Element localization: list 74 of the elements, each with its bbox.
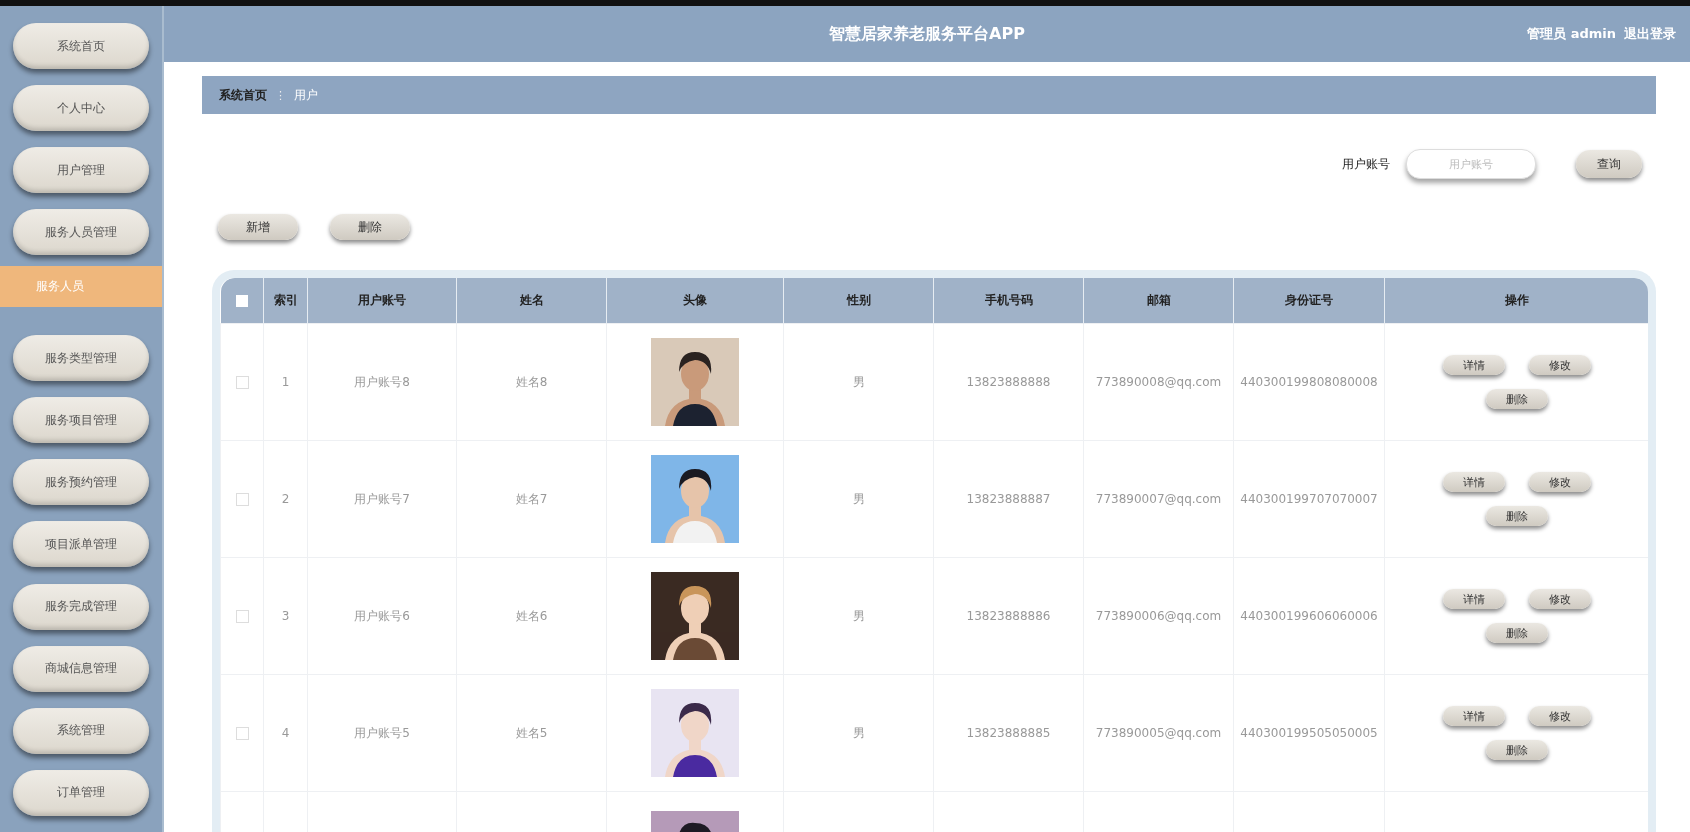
sidebar-item[interactable]: 商城信息管理 <box>13 645 149 692</box>
sidebar-item[interactable]: 用户管理 <box>13 147 149 194</box>
column-header: 头像 <box>606 278 784 324</box>
table-cell: 用户账号8 <box>307 323 457 441</box>
edit-button[interactable]: 修改 <box>1528 355 1591 375</box>
table-cell: 姓名6 <box>456 557 607 675</box>
table-cell: 13823888886 <box>933 557 1084 675</box>
select-all-checkbox[interactable] <box>235 295 248 307</box>
detail-button[interactable]: 详情 <box>1442 472 1505 492</box>
search-label: 用户账号 <box>1342 155 1390 173</box>
table-cell: 用户账号5 <box>307 674 457 792</box>
sidebar-item[interactable]: 订单管理 <box>13 769 149 816</box>
column-header: 操作 <box>1384 278 1648 324</box>
delete-button[interactable]: 删除 <box>1485 389 1548 409</box>
table-cell: 用户账号6 <box>307 557 457 675</box>
sidebar-item[interactable]: 服务完成管理 <box>13 583 149 630</box>
search-button[interactable]: 查询 <box>1576 150 1642 178</box>
sidebar-item[interactable]: 系统首页 <box>13 23 149 69</box>
edit-button[interactable]: 修改 <box>1528 472 1591 492</box>
table-cell: 姓名5 <box>456 674 607 792</box>
table-cell: 男 <box>783 440 934 558</box>
column-header: 索引 <box>263 278 308 324</box>
delete-button[interactable]: 删除 <box>1485 623 1548 643</box>
table-cell: 3 <box>263 557 308 675</box>
edit-button[interactable]: 修改 <box>1528 589 1591 609</box>
add-button[interactable]: 新增 <box>218 214 298 240</box>
column-header: 手机号码 <box>933 278 1084 324</box>
sidebar-item[interactable]: 服务类型管理 <box>13 335 149 382</box>
column-header: 性别 <box>783 278 934 324</box>
column-header: 身份证号 <box>1233 278 1385 324</box>
table-cell: 姓名7 <box>456 440 607 558</box>
sidebar-item[interactable]: 个人中心 <box>13 85 149 132</box>
table-cell: 440300199505050005 <box>1233 674 1385 792</box>
table-cell: 13823888887 <box>933 440 1084 558</box>
column-header: 用户账号 <box>307 278 457 324</box>
column-header: 邮箱 <box>1083 278 1234 324</box>
table-cell: 773890005@qq.com <box>1083 674 1234 792</box>
sidebar-item[interactable]: 项目派单管理 <box>13 521 149 568</box>
app-title: 智慧居家养老服务平台APP <box>829 23 1025 45</box>
edit-button[interactable]: 修改 <box>1528 706 1591 726</box>
table-cell: 男 <box>783 323 934 441</box>
row-checkbox[interactable] <box>235 376 249 389</box>
table-cell: 773890006@qq.com <box>1083 557 1234 675</box>
sidebar-item[interactable]: 服务项目管理 <box>13 397 149 444</box>
table-cell: 440300199808080008 <box>1233 323 1385 441</box>
table-cell: 440300199606060006 <box>1233 557 1385 675</box>
sidebar-item[interactable]: 系统管理 <box>13 707 149 754</box>
delete-button[interactable]: 删除 <box>330 214 410 240</box>
table-cell: 男 <box>783 674 934 792</box>
column-header: 姓名 <box>456 278 607 324</box>
table-cell: 姓名8 <box>456 323 607 441</box>
breadcrumb-separator: ⋮ <box>275 88 286 102</box>
sidebar-item[interactable]: 服务预约管理 <box>13 459 149 506</box>
admin-label: 管理员 admin <box>1527 25 1616 43</box>
table-cell: 13823888885 <box>933 674 1084 792</box>
table-cell: 13823888888 <box>933 323 1084 441</box>
sidebar-item[interactable]: 服务人员管理 <box>13 209 149 256</box>
row-checkbox[interactable] <box>235 727 249 740</box>
table-cell: 4 <box>263 674 308 792</box>
table-cell: 男 <box>783 557 934 675</box>
table-cell: 773890008@qq.com <box>1083 323 1234 441</box>
table-cell: 773890007@qq.com <box>1083 440 1234 558</box>
delete-button[interactable]: 删除 <box>1485 740 1548 760</box>
detail-button[interactable]: 详情 <box>1442 706 1505 726</box>
table-cell: 2 <box>263 440 308 558</box>
detail-button[interactable]: 详情 <box>1442 589 1505 609</box>
row-checkbox[interactable] <box>235 493 249 506</box>
table-cell: 用户账号7 <box>307 440 457 558</box>
breadcrumb-link[interactable]: 系统首页 <box>219 86 267 104</box>
table-cell: 440300199707070007 <box>1233 440 1385 558</box>
detail-button[interactable]: 详情 <box>1442 355 1505 375</box>
table-cell: 1 <box>263 323 308 441</box>
delete-button[interactable]: 删除 <box>1485 506 1548 526</box>
row-checkbox[interactable] <box>235 610 249 623</box>
